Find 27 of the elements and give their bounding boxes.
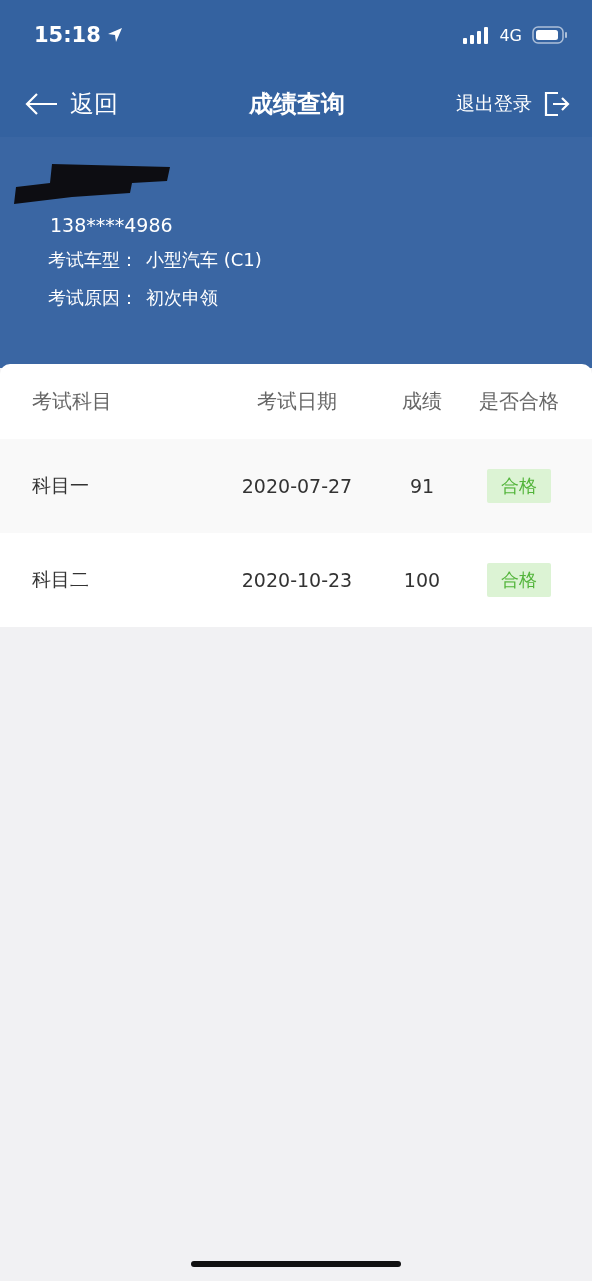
phone-number: 138****4986 bbox=[49, 214, 174, 236]
column-header: 是否合格 bbox=[478, 388, 560, 415]
table-cell-text: 科目二 bbox=[32, 567, 90, 592]
field-label: 考试原因： bbox=[48, 286, 138, 310]
page-title: 成绩查询 bbox=[249, 88, 345, 120]
network-label: 4G bbox=[499, 25, 522, 45]
table-cell-text: 科目一 bbox=[32, 473, 90, 498]
back-arrow-icon bbox=[24, 91, 58, 116]
table-cell-text: 91 bbox=[408, 475, 436, 497]
back-button[interactable]: 返回 bbox=[24, 87, 118, 120]
table-cell-text: 2020-07-27 bbox=[240, 475, 354, 497]
logout-button[interactable]: 退出登录 bbox=[456, 90, 570, 117]
battery-icon bbox=[532, 26, 568, 44]
field-value: 小型汽车 (C1) bbox=[146, 248, 262, 272]
field-label: 考试车型： bbox=[48, 248, 138, 272]
table-cell-text: 100 bbox=[402, 569, 442, 591]
status-time: 15:18 bbox=[34, 23, 101, 47]
result-tag: 合格 bbox=[487, 563, 551, 597]
field-value: 初次申领 bbox=[146, 286, 218, 310]
column-header: 考试科目 bbox=[32, 388, 113, 415]
result-tag: 合格 bbox=[487, 469, 551, 503]
table-cell-text: 2020-10-23 bbox=[240, 569, 354, 591]
column-header: 考试日期 bbox=[256, 388, 338, 415]
location-arrow-icon bbox=[106, 27, 123, 43]
column-header: 成绩 bbox=[401, 388, 443, 415]
signal-icon bbox=[463, 26, 490, 44]
logout-icon bbox=[544, 90, 570, 117]
